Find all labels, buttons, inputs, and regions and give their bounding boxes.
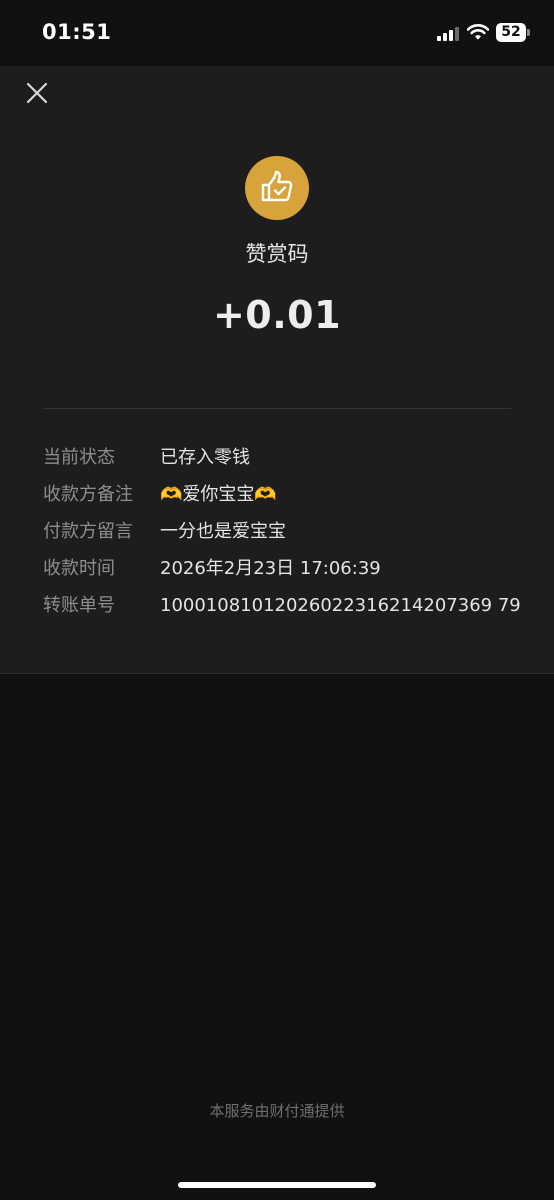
wifi-icon (466, 23, 490, 41)
detail-row-payee-note: 收款方备注 🫶爱你宝宝🫶 (43, 480, 523, 510)
transfer-id-value[interactable]: 10001081012026022316214207369 79 (160, 591, 521, 621)
home-indicator[interactable] (178, 1182, 376, 1188)
transaction-amount: +0.01 (212, 293, 342, 337)
detail-value: 🫶爱你宝宝🫶 (160, 484, 277, 505)
detail-label: 转账单号 (43, 595, 115, 616)
detail-label: 付款方留言 (43, 521, 133, 542)
detail-label: 收款时间 (43, 558, 115, 579)
detail-label: 当前状态 (43, 447, 115, 468)
detail-row-status: 当前状态 已存入零钱 (43, 443, 523, 473)
status-bar: 01:51 52 (0, 0, 554, 66)
detail-value: 已存入零钱 (160, 447, 250, 468)
detail-value: 一分也是爱宝宝 (160, 521, 286, 542)
detail-value: 2026年2月23日 17:06:39 (160, 558, 381, 579)
service-provider-footer: 本服务由财付通提供 (209, 1102, 345, 1120)
battery-level: 52 (496, 23, 526, 42)
screen: 01:51 52 赞赏码 +0.01 当前状态 已存入零钱 收款方备注 🫶爱你宝… (0, 0, 554, 1200)
battery-icon: 52 (496, 23, 530, 42)
detail-row-time: 收款时间 2026年2月23日 17:06:39 (43, 554, 523, 584)
detail-row-transfer-id[interactable]: 转账单号 10001081012026022316214207369 79 (43, 591, 523, 621)
detail-label: 收款方备注 (43, 484, 133, 505)
close-icon[interactable] (24, 80, 50, 106)
merchant-name: 赞赏码 (245, 242, 309, 266)
thumbs-up-icon (245, 156, 309, 220)
signal-icon (437, 26, 459, 41)
divider (43, 408, 511, 409)
detail-row-payer-message: 付款方留言 一分也是爱宝宝 (43, 517, 523, 547)
status-time: 01:51 (42, 20, 112, 44)
